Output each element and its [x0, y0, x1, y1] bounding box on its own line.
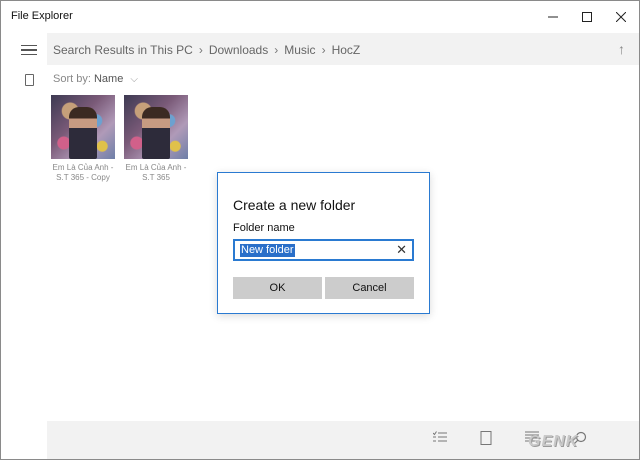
folder-name-value: New folder	[240, 244, 295, 257]
file-name: Em Là Của Anh - S.T 365	[125, 163, 187, 182]
breadcrumb-item[interactable]: Music	[284, 43, 315, 57]
minimize-icon	[548, 16, 558, 18]
close-icon	[616, 12, 626, 22]
close-button[interactable]	[601, 1, 640, 33]
checklist-icon[interactable]	[432, 431, 447, 446]
tablet-view-icon[interactable]	[480, 431, 492, 448]
folder-name-label: Folder name	[233, 222, 295, 234]
maximize-icon	[582, 12, 592, 22]
breadcrumb-item[interactable]: HocZ	[332, 43, 361, 57]
hamburger-menu-icon[interactable]	[21, 45, 37, 56]
breadcrumb-separator: ›	[274, 43, 279, 57]
dialog-title: Create a new folder	[233, 197, 356, 213]
sort-by-label: Sort by:	[53, 73, 91, 85]
left-nav	[1, 33, 47, 459]
ok-button[interactable]: OK	[233, 277, 322, 299]
breadcrumb: Search Results in This PC › Downloads › Musi…	[53, 43, 360, 57]
cancel-button[interactable]: Cancel	[325, 277, 414, 299]
breadcrumb-separator: ›	[198, 43, 203, 57]
file-explorer-window: File Explorer Search Results in This PC ›…	[0, 0, 640, 460]
folder-name-input[interactable]: New folder ✕	[233, 239, 414, 261]
file-name: Em Là Của Anh - S.T 365 - Copy	[52, 163, 114, 182]
up-arrow-icon[interactable]: ↑	[618, 41, 625, 57]
breadcrumb-separator: ›	[321, 43, 326, 57]
chevron-down-icon: ⌵	[130, 74, 138, 85]
sort-by-value: Name	[93, 73, 124, 85]
sort-by-control[interactable]: Sort by: Name ⌵	[53, 73, 138, 85]
address-bar[interactable]: Search Results in This PC › Downloads › Musi…	[47, 33, 639, 65]
file-thumbnail	[124, 95, 188, 159]
breadcrumb-item[interactable]: Downloads	[209, 43, 268, 57]
create-folder-dialog: Create a new folder Folder name New fold…	[217, 172, 430, 314]
file-thumbnail	[51, 95, 115, 159]
title-bar: File Explorer	[1, 1, 639, 33]
clear-icon[interactable]: ✕	[396, 242, 407, 258]
watermark-logo: GENK	[528, 433, 579, 450]
breadcrumb-item[interactable]: Search Results in This PC	[53, 43, 193, 57]
file-item[interactable]: Em Là Của Anh - S.T 365 - Copy	[51, 95, 117, 183]
file-item[interactable]: Em Là Của Anh - S.T 365	[124, 95, 190, 183]
tablet-icon[interactable]	[25, 74, 34, 86]
window-title: File Explorer	[11, 10, 73, 22]
